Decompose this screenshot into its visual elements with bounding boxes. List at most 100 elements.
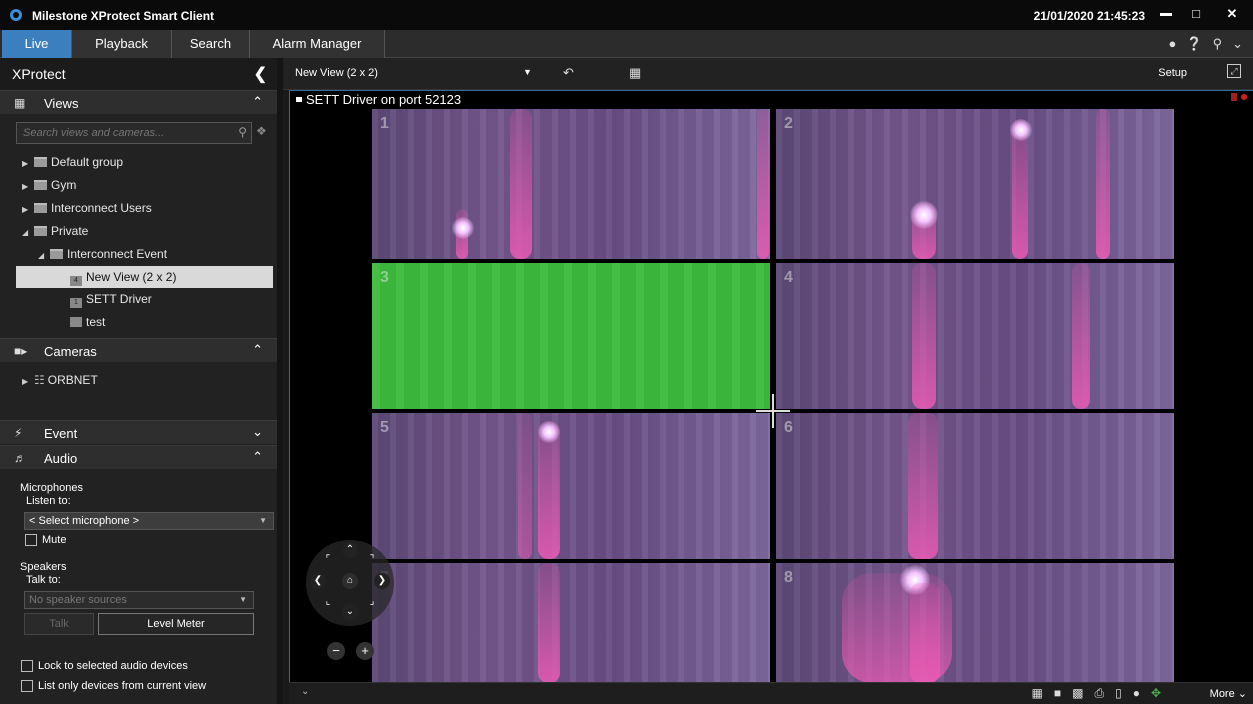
chevron-up-icon[interactable]: ⌃ [252,342,263,358]
camera-title: SETT Driver on port 52123 [296,92,461,107]
ptz-down-left-button[interactable]: ⌞ [320,594,336,610]
light-glow [452,217,474,239]
camera-cell-3[interactable]: 3 [372,263,770,409]
expand-arrow-icon[interactable]: ▶ [22,199,34,221]
tree-item-interconnect-event[interactable]: ◢ Interconnect Event [38,243,167,265]
save-icon[interactable]: ▩ [1072,686,1083,701]
tag-icon[interactable]: ❖ [256,124,267,138]
list-only-checkbox[interactable] [21,680,33,692]
mute-checkbox[interactable] [25,534,37,546]
chevron-up-icon[interactable]: ⌃ [252,94,263,110]
sidebar-header: XProtect ❮ [0,58,277,90]
search-view-icon[interactable]: ▦ [1032,686,1043,701]
key-icon[interactable]: ⚲ [1213,36,1223,52]
tree-item-default-group[interactable]: ▶ Default group [22,151,123,173]
bottom-icons: ▦ ■ ▩ ⎙ ▯ ● ✥ [1032,686,1161,701]
view-layout-icon [70,317,82,327]
camera-cell-6[interactable]: 6 [776,413,1174,559]
clipboard-icon[interactable]: ▯ [1115,686,1122,701]
camera-cell-5[interactable]: 5 [372,413,770,559]
lock-devices-checkbox[interactable] [21,660,33,672]
dropdown-arrow-icon: ▼ [239,595,247,604]
fiber-light [910,583,940,683]
tree-item-orbnet[interactable]: ▶ ☷ ORBNET [22,369,98,391]
expand-arrow-icon[interactable]: ▶ [22,371,34,393]
search-view-icon[interactable]: ▦ [629,65,641,81]
tree-item-gym[interactable]: ▶ Gym [22,174,76,196]
camera-cell-4[interactable]: 4 [776,263,1174,409]
tree-item-interconnect-users[interactable]: ▶ Interconnect Users [22,197,152,219]
microphone-select[interactable]: < Select microphone > ▼ [24,512,274,530]
help-icon[interactable]: ❔ [1186,36,1202,52]
tab-playback[interactable]: Playback [72,30,172,58]
fiber-light [1072,263,1090,409]
view-layout-icon: 1 [70,298,82,308]
event-label: Event [44,426,78,441]
tab-live[interactable]: Live [2,30,72,58]
ptz-up-button[interactable]: ⌃ [342,542,358,558]
view-selector[interactable]: New View (2 x 2) [295,67,378,79]
camera-icon: ■▸ [14,344,28,358]
chevron-down-icon[interactable]: ⌄ [1232,36,1243,52]
setup-button[interactable]: Setup [1158,67,1187,79]
minimize-button[interactable] [1153,4,1179,24]
grid-icon: ▦ [14,96,26,110]
ptz-right-button[interactable]: ❯ [374,573,390,589]
fiber-light [908,413,938,559]
expand-arrow-icon[interactable]: ▶ [22,176,34,198]
tree-item-sett-driver[interactable]: 1 SETT Driver [70,288,152,310]
tree-item-new-view[interactable]: 4 New View (2 x 2) [16,266,273,288]
camera-cell-7[interactable]: 7 [372,563,770,683]
tree-item-test[interactable]: test [70,311,105,333]
camera-cell-2[interactable]: 2 [776,109,1174,259]
camera-icon[interactable]: ■ [1054,686,1061,701]
view-dropdown-icon[interactable]: ▼ [523,67,532,77]
views-section-header[interactable]: ▦ Views ⌃ [0,90,277,114]
tab-search[interactable]: Search [172,30,250,58]
ptz-up-left-button[interactable]: ⌜ [320,552,336,568]
expand-arrow-icon[interactable]: ▶ [22,153,34,175]
status-icon[interactable]: ● [1169,36,1177,52]
chevron-down-icon[interactable]: ⌄ [252,424,263,440]
folder-icon [34,157,47,167]
level-meter-button[interactable]: Level Meter [98,613,254,635]
speaker-select[interactable]: No speaker sources ▼ [24,591,254,609]
camera-cell-1[interactable]: 1 [372,109,770,259]
search-icon[interactable]: ⚲ [238,125,247,139]
maximize-button[interactable]: □ [1183,4,1209,24]
collapse-arrow-icon[interactable]: ◢ [22,222,34,244]
ptz-control: ⌃ ⌄ ❮ ❯ ⌂ ⌜ ⌝ ⌞ ⌟ [306,540,394,626]
ptz-down-right-button[interactable]: ⌟ [364,594,380,610]
cameras-section-header[interactable]: ■▸ Cameras ⌃ [0,338,277,362]
fullscreen-icon[interactable]: ⤢ [1227,64,1241,78]
speaker-icon: ♬ [14,451,26,465]
collapse-sidebar-icon[interactable]: ❮ [254,64,267,84]
talk-button[interactable]: Talk [24,613,94,635]
zoom-in-button[interactable]: + [356,642,374,660]
ptz-up-right-button[interactable]: ⌝ [364,552,380,568]
zoom-out-button[interactable]: − [327,642,345,660]
header-icons: ● ❔ ⚲ ⌄ [1169,36,1243,52]
ptz-left-button[interactable]: ❮ [310,573,326,589]
ptz-move-icon[interactable]: ✥ [1151,686,1161,701]
tree-item-private[interactable]: ◢ Private [22,220,88,242]
sidebar-title: XProtect [12,66,66,82]
recording-camera-icon [1231,93,1237,101]
more-button[interactable]: More ⌄ [1210,687,1247,700]
audio-section-header[interactable]: ♬ Audio ⌃ [0,445,277,469]
print-icon[interactable]: ⎙ [1094,686,1104,701]
sidebar: XProtect ❮ ▦ Views ⌃ ⚲ ❖ ▶Default group … [0,58,283,704]
chevron-down-icon[interactable]: ⌄ [301,686,309,697]
tab-alarm-manager[interactable]: Alarm Manager [250,30,385,58]
ptz-down-button[interactable]: ⌄ [342,604,358,620]
record-icon[interactable]: ● [1133,686,1140,701]
microphones-label: Microphones [20,482,83,494]
undo-view-icon[interactable]: ↶ [563,65,574,81]
camera-cell-8[interactable]: 8 [776,563,1174,683]
chevron-up-icon[interactable]: ⌃ [252,449,263,465]
event-section-header[interactable]: ⚡︎ Event ⌄ [0,420,277,444]
collapse-arrow-icon[interactable]: ◢ [38,245,50,267]
ptz-home-button[interactable]: ⌂ [342,573,358,589]
search-input[interactable] [17,123,229,143]
close-button[interactable]: ✕ [1219,4,1245,24]
